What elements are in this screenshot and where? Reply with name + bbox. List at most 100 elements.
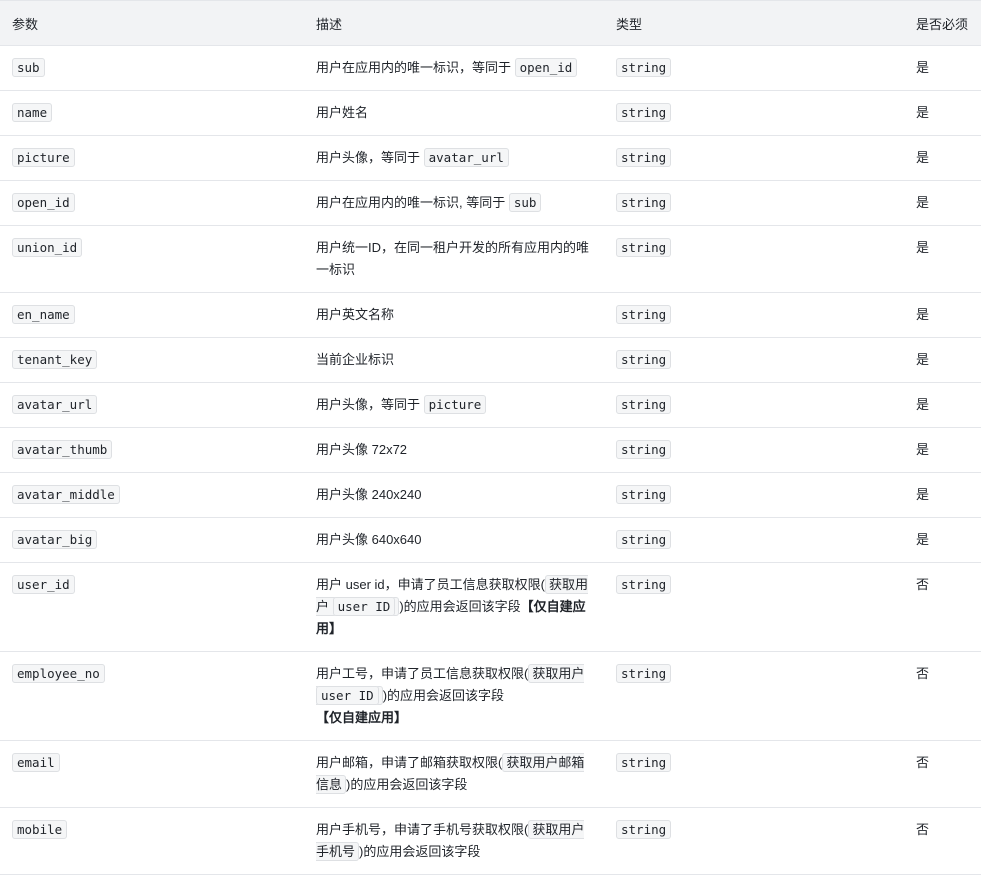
param-cell: email: [0, 740, 304, 808]
type-value: string: [616, 193, 672, 212]
desc-cell: 用户头像 640x640: [304, 517, 604, 563]
param-name: tenant_key: [12, 350, 98, 369]
desc-text: 用户在应用内的唯一标识，等同于: [316, 60, 515, 75]
desc-cell: 用户头像，等同于 avatar_url: [304, 135, 604, 181]
required-cell: 是: [904, 90, 981, 136]
header-row: 参数 描述 类型 是否必须: [0, 0, 981, 46]
type-cell: string: [604, 740, 904, 808]
param-name: avatar_middle: [12, 485, 120, 504]
param-name: picture: [12, 148, 75, 167]
param-name: employee_no: [12, 664, 105, 683]
type-cell: string: [604, 382, 904, 428]
desc-code: avatar_url: [423, 148, 509, 167]
desc-cell: 用户手机号，申请了手机号获取权限(获取用户手机号)的应用会返回该字段: [304, 807, 604, 875]
type-cell: string: [604, 45, 904, 91]
desc-cell: 当前企业标识: [304, 337, 604, 383]
param-cell: avatar_middle: [0, 472, 304, 518]
param-name: en_name: [12, 305, 75, 324]
param-name: mobile: [12, 820, 68, 839]
param-cell: sub: [0, 45, 304, 91]
desc-cell: 用户头像 240x240: [304, 472, 604, 518]
table-row: email 用户邮箱，申请了邮箱获取权限(获取用户邮箱信息)的应用会返回该字段 …: [0, 740, 981, 808]
desc-code: open_id: [514, 58, 578, 77]
param-cell: open_id: [0, 180, 304, 226]
table-row: mobile 用户手机号，申请了手机号获取权限(获取用户手机号)的应用会返回该字…: [0, 807, 981, 875]
param-cell: avatar_thumb: [0, 427, 304, 473]
type-value: string: [616, 575, 672, 594]
desc-cell: 用户统一ID，在同一租户开发的所有应用内的唯一标识: [304, 225, 604, 293]
type-value: string: [616, 530, 672, 549]
param-name: email: [12, 753, 60, 772]
desc-text: 用户手机号，申请了手机号获取权限(: [316, 822, 529, 837]
table-row: union_id 用户统一ID，在同一租户开发的所有应用内的唯一标识 strin…: [0, 225, 981, 293]
table-body: sub 用户在应用内的唯一标识，等同于 open_id string 是 nam…: [0, 45, 981, 875]
type-cell: string: [604, 292, 904, 338]
param-name: avatar_thumb: [12, 440, 113, 459]
desc-code: picture: [423, 395, 487, 414]
desc-code: sub: [508, 193, 542, 212]
required-cell: 是: [904, 135, 981, 181]
type-value: string: [616, 395, 672, 414]
table-row: en_name 用户英文名称 string 是: [0, 292, 981, 338]
desc-text-after: )的应用会返回该字段: [382, 688, 505, 703]
required-cell: 否: [904, 807, 981, 875]
params-table: 参数 描述 类型 是否必须 sub 用户在应用内的唯一标识，等同于 open_i…: [0, 0, 981, 875]
table-row: picture 用户头像，等同于 avatar_url string 是: [0, 135, 981, 181]
table-row: avatar_big 用户头像 640x640 string 是: [0, 517, 981, 563]
type-value: string: [616, 753, 672, 772]
table-row: tenant_key 当前企业标识 string 是: [0, 337, 981, 383]
param-cell: en_name: [0, 292, 304, 338]
required-cell: 是: [904, 45, 981, 91]
desc-cell: 用户 user id，申请了员工信息获取权限(获取用户 user ID)的应用会…: [304, 562, 604, 652]
desc-bold: 【仅自建应用】: [316, 710, 408, 725]
param-cell: tenant_key: [0, 337, 304, 383]
param-cell: picture: [0, 135, 304, 181]
header-param: 参数: [0, 0, 304, 46]
desc-text: 用户在应用内的唯一标识, 等同于: [316, 195, 509, 210]
table-row: open_id 用户在应用内的唯一标识, 等同于 sub string 是: [0, 180, 981, 226]
required-cell: 是: [904, 292, 981, 338]
type-cell: string: [604, 135, 904, 181]
param-cell: user_id: [0, 562, 304, 652]
type-value: string: [616, 440, 672, 459]
type-cell: string: [604, 517, 904, 563]
type-value: string: [616, 485, 672, 504]
type-cell: string: [604, 427, 904, 473]
link-text: 获取用户: [532, 666, 585, 681]
desc-cell: 用户工号，申请了员工信息获取权限(获取用户 user ID)的应用会返回该字段【…: [304, 651, 604, 741]
table-row: employee_no 用户工号，申请了员工信息获取权限(获取用户 user I…: [0, 651, 981, 741]
desc-text: 用户工号，申请了员工信息获取权限(: [316, 666, 529, 681]
table-row: user_id 用户 user id，申请了员工信息获取权限(获取用户 user…: [0, 562, 981, 652]
table-row: sub 用户在应用内的唯一标识，等同于 open_id string 是: [0, 45, 981, 91]
type-cell: string: [604, 180, 904, 226]
desc-cell: 用户姓名: [304, 90, 604, 136]
required-cell: 否: [904, 562, 981, 652]
param-name: avatar_big: [12, 530, 98, 549]
type-value: string: [616, 103, 672, 122]
desc-cell: 用户英文名称: [304, 292, 604, 338]
param-cell: avatar_url: [0, 382, 304, 428]
header-desc: 描述: [304, 0, 604, 46]
type-value: string: [616, 148, 672, 167]
desc-cell: 用户邮箱，申请了邮箱获取权限(获取用户邮箱信息)的应用会返回该字段: [304, 740, 604, 808]
type-value: string: [616, 664, 672, 683]
link-code: user ID: [316, 686, 379, 705]
required-cell: 是: [904, 517, 981, 563]
type-cell: string: [604, 562, 904, 652]
header-required: 是否必须: [904, 0, 981, 46]
type-cell: string: [604, 472, 904, 518]
table-header: 参数 描述 类型 是否必须: [0, 0, 981, 46]
table-row: avatar_middle 用户头像 240x240 string 是: [0, 472, 981, 518]
param-cell: avatar_big: [0, 517, 304, 563]
table-row: avatar_thumb 用户头像 72x72 string 是: [0, 427, 981, 473]
desc-text-after: )的应用会返回该字段: [399, 599, 521, 614]
type-value: string: [616, 58, 672, 77]
table-row: name 用户姓名 string 是: [0, 90, 981, 136]
desc-text: 用户邮箱，申请了邮箱获取权限(: [316, 755, 503, 770]
required-cell: 否: [904, 651, 981, 741]
header-type: 类型: [604, 0, 904, 46]
type-value: string: [616, 305, 672, 324]
desc-text-after: )的应用会返回该字段: [359, 844, 481, 859]
param-name: avatar_url: [12, 395, 98, 414]
type-value: string: [616, 350, 672, 369]
